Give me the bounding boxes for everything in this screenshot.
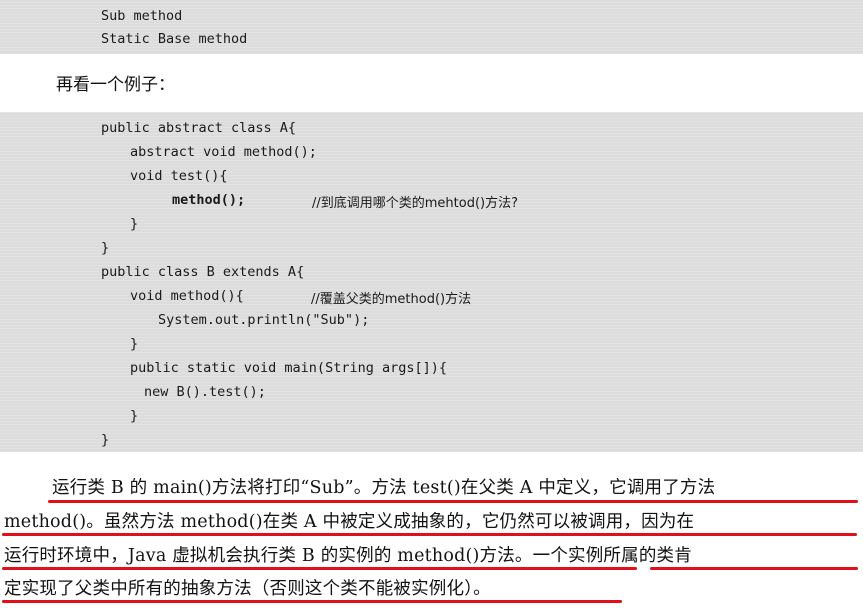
code-line: public class B extends A{ xyxy=(101,264,305,280)
code-line: abstract void method(); xyxy=(130,144,317,160)
paragraph-line: 运行时环境中，Java 虚拟机会执行类 B 的实例的 method()方法。一个… xyxy=(4,546,692,566)
intro-text: 再看一个例子： xyxy=(56,75,175,95)
code-line: void method(){//覆盖父类的method()方法 xyxy=(130,288,472,307)
code-line: new B().test(); xyxy=(144,384,266,400)
output-code-block: Sub method Static Base method xyxy=(0,0,863,54)
code-line: } xyxy=(101,240,110,256)
red-underline xyxy=(2,600,622,603)
paragraph-line: 运行类 B 的 main()方法将打印“Sub”。方法 test()在父类 A … xyxy=(52,478,716,498)
code-line: } xyxy=(130,408,139,424)
code-line: Static Base method xyxy=(101,31,248,47)
code-line: method();//到底调用哪个类的mehtod()方法? xyxy=(172,192,519,211)
paragraph-line: method()。虽然方法 method()在类 A 中被定义成抽象的，它仍然可… xyxy=(4,512,695,532)
code-line: void test(){ xyxy=(130,168,228,184)
red-underline xyxy=(2,533,857,536)
code-line: public static void main(String args[]){ xyxy=(130,360,447,376)
code-line: Sub method xyxy=(101,8,183,24)
code-line: public abstract class A{ xyxy=(101,120,297,136)
code-line: } xyxy=(130,216,139,232)
red-underline xyxy=(650,567,858,570)
code-line: } xyxy=(101,432,110,448)
example-code-block: public abstract class A{ abstract void m… xyxy=(0,112,863,452)
red-underline xyxy=(2,567,637,570)
red-underline xyxy=(48,500,858,503)
code-line: } xyxy=(130,336,139,352)
code-comment: //到底调用哪个类的mehtod()方法? xyxy=(312,196,519,211)
code-line: System.out.println("Sub"); xyxy=(158,312,370,328)
code-comment: //覆盖父类的method()方法 xyxy=(311,292,472,307)
paragraph-line: 定实现了父类中所有的抽象方法（否则这个类不能被实例化）。 xyxy=(4,579,491,599)
